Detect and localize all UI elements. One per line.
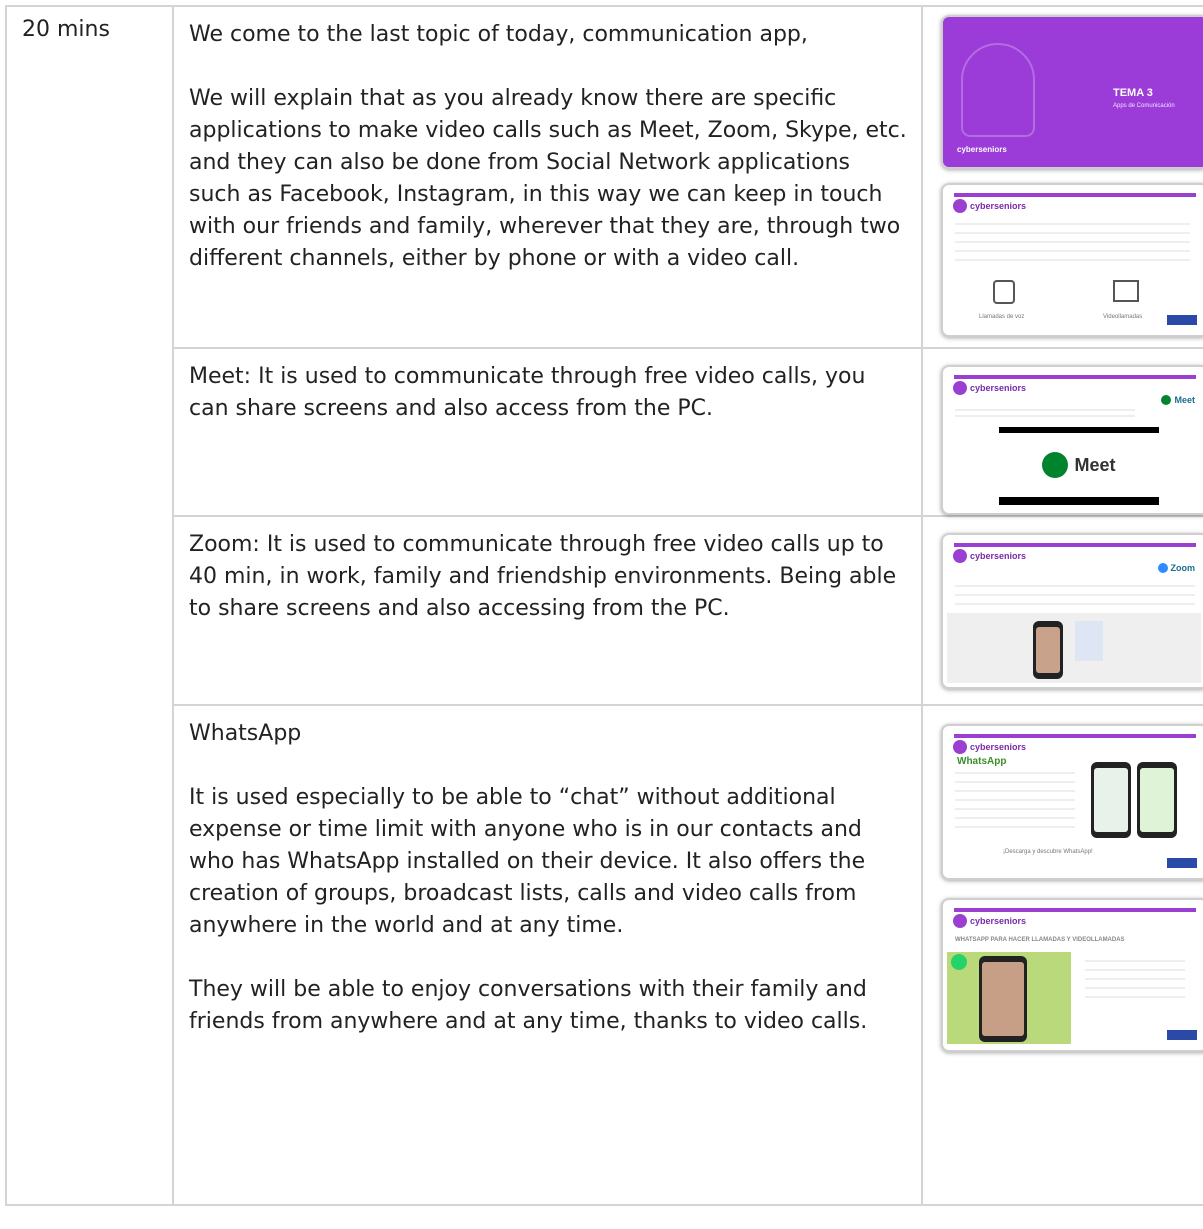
eu-flag-icon (1167, 1030, 1197, 1040)
slide-thumbnail-zoom: cyberseniors Zoom (941, 533, 1203, 689)
zoom-screenshot (947, 613, 1201, 683)
slide-caption: Llamadas de voz (979, 314, 1025, 320)
slide-footer: ¡Descarga y descubre WhatsApp! (1003, 849, 1093, 855)
eu-flag-icon (1167, 315, 1197, 325)
paragraph: Zoom: It is used to communicate through … (189, 532, 897, 621)
meet-tag: Meet (1161, 395, 1195, 405)
text-cell-whatsapp: WhatsApp It is used especially to be abl… (172, 704, 923, 1206)
slide-title: WhatsApp (957, 756, 1007, 767)
paragraph: Meet: It is used to communicate through … (189, 364, 866, 421)
phone-image (1033, 621, 1063, 679)
slides-cell-intro: TEMA 3 Apps de Comunicación cyberseniors… (921, 5, 1203, 349)
cyberseniors-logo: cyberseniors (953, 199, 1026, 213)
paragraph: WhatsApp (189, 721, 302, 746)
table-row: WhatsApp It is used especially to be abl… (6, 704, 1203, 1206)
whatsapp-icon (951, 954, 967, 970)
phone-image (979, 956, 1027, 1042)
slide-thumbnail-apps: cyberseniors Llamadas de voz Videollamad… (941, 183, 1203, 337)
slide-brand: cyberseniors (957, 145, 1007, 154)
video-call-icon (1113, 280, 1139, 302)
cyberseniors-logo: cyberseniors (953, 549, 1026, 563)
slides-cell-whatsapp: cyberseniors WhatsApp ¡Descarga y descub… (921, 704, 1203, 1206)
meet-logo-image: Meet (999, 427, 1159, 505)
chat-image (1075, 621, 1103, 661)
lesson-plan-table: 20 mins We come to the last topic of tod… (5, 5, 1203, 1206)
slide-thumbnail-meet: cyberseniors Meet Meet (941, 365, 1203, 515)
phone-call-icon (993, 280, 1015, 304)
slide-heading: TEMA 3 (1113, 87, 1153, 99)
meet-icon (1161, 395, 1172, 405)
paragraph: We come to the last topic of today, comm… (189, 22, 808, 47)
cyberseniors-logo: cyberseniors (953, 740, 1026, 754)
text-cell-intro: We come to the last topic of today, comm… (172, 5, 923, 349)
slide-thumbnail-whatsapp: cyberseniors WhatsApp ¡Descarga y descub… (941, 724, 1203, 880)
slide-subheading: Apps de Comunicación (1113, 103, 1175, 109)
cyberseniors-logo: cyberseniors (953, 381, 1026, 395)
text-cell-zoom: Zoom: It is used to communicate through … (172, 515, 923, 706)
eu-flag-icon (1167, 858, 1197, 868)
table-row: Zoom: It is used to communicate through … (6, 515, 1203, 706)
time-cell: 20 mins (5, 5, 174, 1206)
paragraph: We will explain that as you already know… (189, 86, 907, 271)
zoom-tag: Zoom (1157, 563, 1195, 573)
paragraph: They will be able to enjoy conversations… (189, 977, 868, 1034)
table-row: 20 mins We come to the last topic of tod… (5, 5, 1203, 1206)
text-cell-meet: Meet: It is used to communicate through … (172, 347, 923, 517)
table-row: Meet: It is used to communicate through … (6, 347, 1203, 517)
meet-camera-icon (1042, 452, 1069, 478)
slide-heading: WHATSAPP PARA HACER LLAMADAS Y VIDEOLLAM… (955, 937, 1125, 943)
cyberseniors-logo: cyberseniors (953, 914, 1026, 928)
phone-image (1091, 762, 1131, 838)
slides-cell-meet: cyberseniors Meet Meet (921, 347, 1203, 517)
hand-icon (961, 43, 1035, 137)
zoom-icon (1157, 563, 1168, 573)
slide-thumbnail-whatsapp-calls: cyberseniors WHATSAPP PARA HACER LLAMADA… (941, 898, 1203, 1052)
paragraph: It is used especially to be able to “cha… (189, 785, 866, 938)
slide-thumbnail-title: TEMA 3 Apps de Comunicación cyberseniors (941, 15, 1203, 169)
phone-image (1137, 762, 1177, 838)
slide-caption: Videollamadas (1103, 314, 1143, 320)
slides-cell-zoom: cyberseniors Zoom (921, 515, 1203, 706)
